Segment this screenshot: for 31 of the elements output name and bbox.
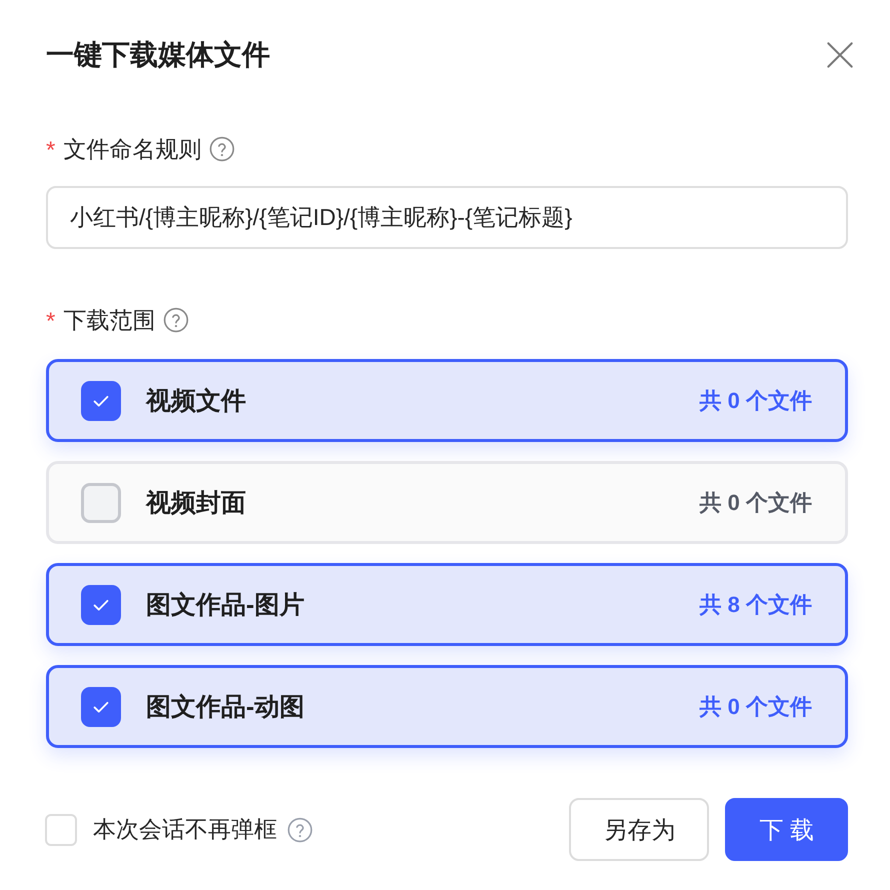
file-count: 共 0 个文件 (700, 692, 812, 720)
close-button[interactable] (826, 41, 854, 69)
file-count: 共 8 个文件 (700, 590, 812, 618)
file-count: 共 0 个文件 (700, 488, 812, 516)
field-label: 下载范围 (63, 306, 156, 335)
naming-rule-input[interactable]: 小红书/{博主昵称}/{笔记ID}/{博主昵称}-{笔记标题} (46, 186, 848, 249)
required-mark: * (46, 307, 56, 337)
option-label: 视频封面 (146, 488, 247, 519)
close-icon (826, 41, 854, 69)
dialog-title: 一键下载媒体文件 (46, 38, 270, 72)
save-as-button[interactable]: 另存为 (569, 798, 710, 861)
required-mark: * (46, 136, 56, 166)
option-label: 图文作品-动图 (146, 692, 306, 723)
download-option-card[interactable]: 图文作品-动图 共 0 个文件 (46, 665, 848, 748)
download-option-card[interactable]: 视频封面 共 0 个文件 (46, 461, 848, 544)
help-icon[interactable] (287, 816, 313, 842)
checkbox[interactable] (45, 814, 77, 846)
file-count: 共 0 个文件 (700, 386, 812, 414)
download-button[interactable]: 下 载 (725, 798, 848, 861)
field-label: 文件命名规则 (63, 135, 202, 164)
checkbox[interactable] (81, 380, 121, 420)
checkbox[interactable] (81, 584, 121, 624)
checkbox[interactable] (81, 482, 121, 522)
checkbox-label: 本次会话不再弹框 (93, 815, 277, 844)
help-icon[interactable] (163, 307, 190, 333)
download-option-card[interactable]: 视频文件 共 0 个文件 (46, 359, 848, 442)
checkbox[interactable] (81, 686, 121, 726)
help-icon[interactable] (209, 136, 236, 162)
option-label: 视频文件 (146, 386, 247, 417)
option-label: 图文作品-图片 (146, 590, 306, 621)
download-option-card[interactable]: 图文作品-图片 共 8 个文件 (46, 563, 848, 646)
